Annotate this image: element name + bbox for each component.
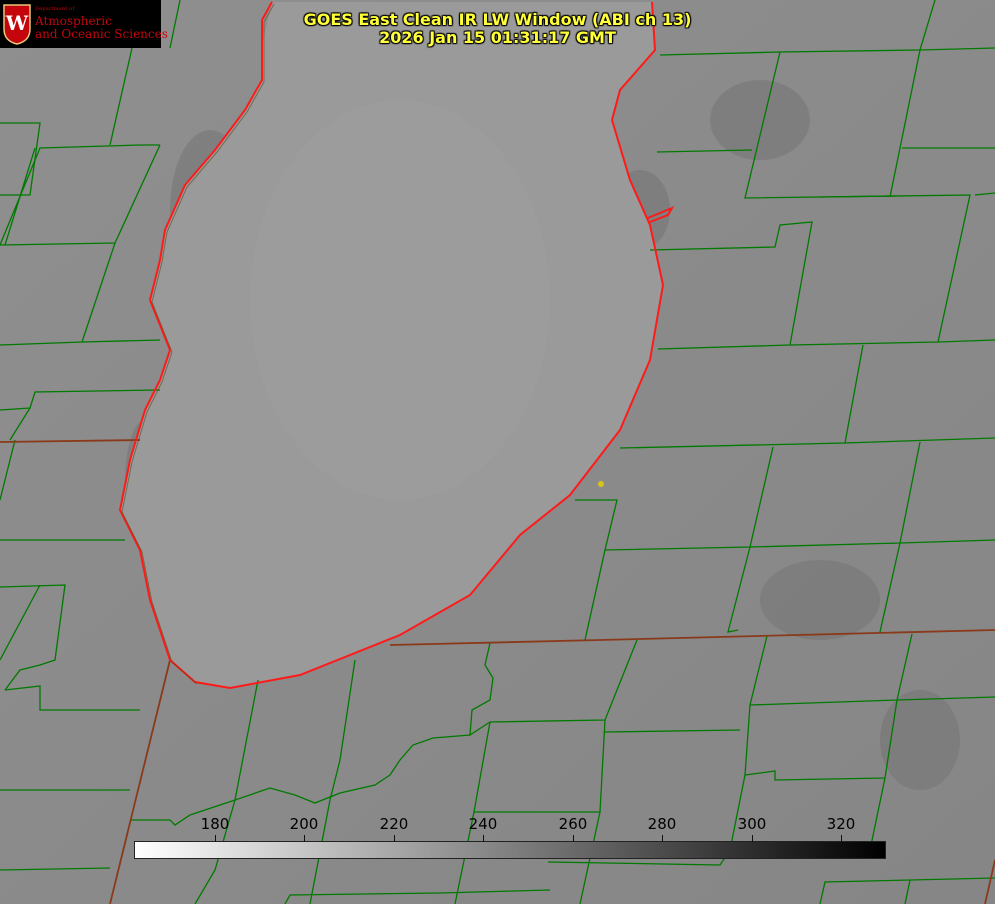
satellite-map-view: W Department of Atmospheric and Oceanic … bbox=[0, 0, 995, 904]
location-marker bbox=[598, 481, 604, 487]
lake-interior-texture bbox=[250, 100, 550, 500]
colorbar-tick-label-280: 280 bbox=[647, 815, 677, 833]
colorbar-tick-220 bbox=[394, 835, 395, 842]
colorbar-tick-label-260: 260 bbox=[558, 815, 588, 833]
colorbar-tick-260 bbox=[573, 835, 574, 842]
colorbar-tick-label-300: 300 bbox=[737, 815, 767, 833]
colorbar-tick-180 bbox=[215, 835, 216, 842]
colorbar-tick-label-240: 240 bbox=[468, 815, 498, 833]
colorbar-tick-320 bbox=[841, 835, 842, 842]
colorbar-tick-label-220: 220 bbox=[379, 815, 409, 833]
colorbar-tick-280 bbox=[662, 835, 663, 842]
colorbar-tick-200 bbox=[304, 835, 305, 842]
satellite-imagery-map bbox=[0, 0, 995, 904]
colorbar-tick-label-180: 180 bbox=[200, 815, 230, 833]
colorbar-tick-label-200: 200 bbox=[289, 815, 319, 833]
colorbar-tick-300 bbox=[752, 835, 753, 842]
colorbar-tick-label-320: 320 bbox=[826, 815, 856, 833]
colorbar-tick-240 bbox=[483, 835, 484, 842]
image-timestamp: 2026 Jan 15 01:31:17 GMT bbox=[379, 28, 616, 47]
image-title: GOES East Clean IR LW Window (ABI ch 13) bbox=[303, 10, 692, 29]
temperature-colorbar bbox=[134, 841, 886, 859]
